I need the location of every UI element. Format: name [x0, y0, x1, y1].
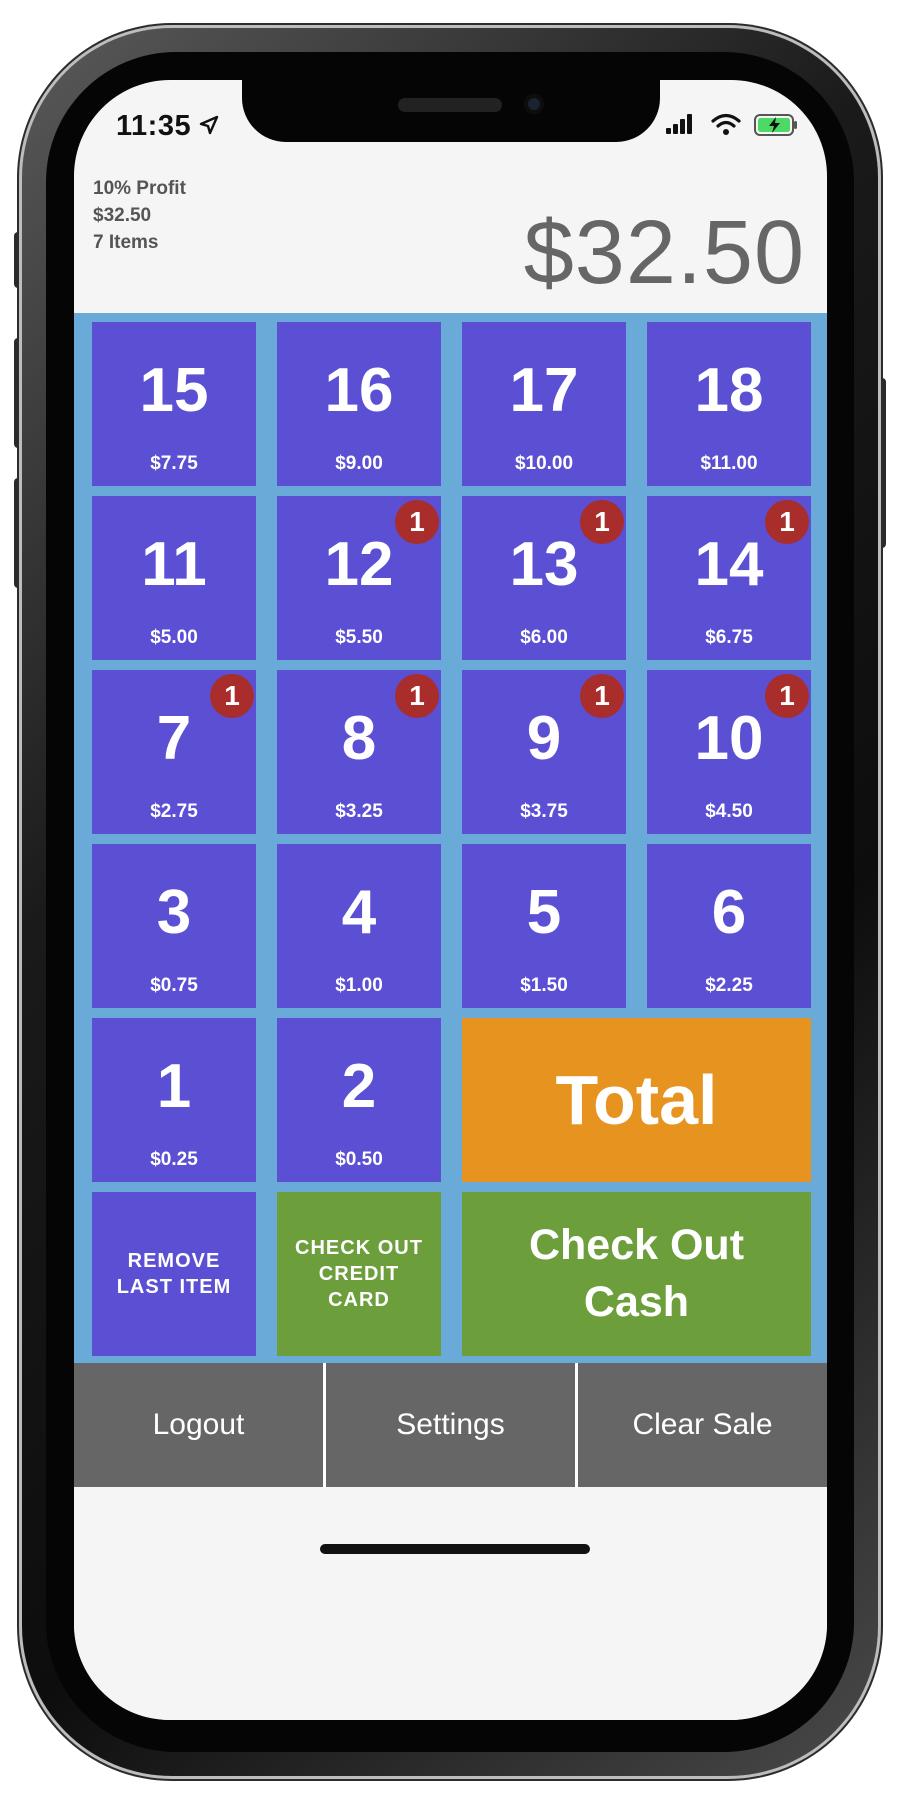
remove-label-line: LAST ITEM	[116, 1276, 232, 1298]
item-number: 3	[156, 878, 192, 947]
credit-label-line: CREDIT	[318, 1263, 400, 1285]
item-button-17[interactable]: 17 $10.00	[462, 322, 626, 486]
location-arrow-icon	[199, 115, 219, 135]
bottom-safe-area	[74, 1487, 827, 1720]
item-price: $2.25	[705, 975, 753, 996]
cellular-signal-icon	[666, 114, 694, 134]
item-button-5[interactable]: 5 $1.50	[462, 844, 626, 1008]
quantity-badge: 1	[395, 500, 439, 544]
wifi-icon	[711, 113, 741, 135]
item-button-11[interactable]: 11 $5.00	[92, 496, 256, 660]
item-number: 6	[711, 878, 747, 947]
remove-label-line: REMOVE	[127, 1250, 221, 1272]
front-camera	[524, 94, 544, 114]
quantity-badge: 1	[580, 500, 624, 544]
item-number: 16	[324, 356, 394, 425]
item-button-18[interactable]: 18 $11.00	[647, 322, 811, 486]
checkout-credit-card-button[interactable]: CHECK OUT CREDIT CARD	[277, 1192, 441, 1356]
checkout-cash-button[interactable]: Check Out Cash	[462, 1192, 811, 1356]
item-number: 18	[694, 356, 764, 425]
cash-label-line: Cash	[583, 1278, 690, 1326]
total-button-label: Total	[555, 1061, 718, 1139]
quantity-badge: 1	[395, 674, 439, 718]
item-button-4[interactable]: 4 $1.00	[277, 844, 441, 1008]
item-button-16[interactable]: 16 $9.00	[277, 322, 441, 486]
logout-button[interactable]: Logout	[74, 1363, 323, 1487]
speaker-grille	[398, 98, 502, 112]
item-price: $3.25	[335, 801, 383, 822]
item-price: $3.75	[520, 801, 568, 822]
item-button-10[interactable]: 10 $4.50 1	[647, 670, 811, 834]
profit-label: 10% Profit	[93, 178, 186, 199]
item-price: $1.50	[520, 975, 568, 996]
item-button-7[interactable]: 7 $2.75 1	[92, 670, 256, 834]
quantity-badge: 1	[580, 674, 624, 718]
settings-button[interactable]: Settings	[323, 1363, 575, 1487]
credit-label-line: CARD	[328, 1289, 390, 1311]
item-price: $10.00	[514, 453, 574, 474]
clear-sale-button[interactable]: Clear Sale	[575, 1363, 827, 1487]
item-price: $0.50	[335, 1149, 383, 1170]
quantity-badge: 1	[765, 500, 809, 544]
quantity-badge: 1	[210, 674, 254, 718]
item-button-6[interactable]: 6 $2.25	[647, 844, 811, 1008]
home-indicator[interactable]	[320, 1544, 590, 1554]
item-button-12[interactable]: 12 $5.50 1	[277, 496, 441, 660]
credit-label-line: CHECK OUT	[295, 1237, 423, 1259]
total-button[interactable]: Total	[462, 1018, 811, 1182]
item-price: $1.00	[335, 975, 383, 996]
item-number: 2	[341, 1052, 377, 1121]
status-time: 11:35	[116, 110, 192, 142]
item-price: $0.75	[150, 975, 198, 996]
subtotal-label: $32.50	[93, 205, 152, 226]
item-button-8[interactable]: 8 $3.25 1	[277, 670, 441, 834]
item-button-14[interactable]: 14 $6.75 1	[647, 496, 811, 660]
item-price: $6.00	[520, 627, 568, 648]
item-number: 15	[139, 356, 209, 425]
item-price: $5.50	[335, 627, 383, 648]
item-price: $4.50	[705, 801, 753, 822]
item-button-13[interactable]: 13 $6.00 1	[462, 496, 626, 660]
phone-screen: 11:35 10% Profit $32.50 7 Items $32.50 1…	[74, 80, 827, 1720]
item-price: $6.75	[705, 627, 753, 648]
item-count-label: 7 Items	[93, 232, 159, 253]
item-price: $0.25	[150, 1149, 198, 1170]
cash-label-line: Check Out	[528, 1221, 745, 1269]
item-number: 11	[141, 530, 207, 599]
item-price: $2.75	[150, 801, 198, 822]
item-button-15[interactable]: 15 $7.75	[92, 322, 256, 486]
item-button-9[interactable]: 9 $3.75 1	[462, 670, 626, 834]
item-number: 4	[341, 878, 377, 947]
item-button-3[interactable]: 3 $0.75	[92, 844, 256, 1008]
sale-total-display: $32.50	[523, 203, 805, 303]
item-price: $11.00	[700, 453, 758, 474]
item-number: 17	[509, 356, 579, 425]
item-price: $9.00	[335, 453, 383, 474]
quantity-badge: 1	[765, 674, 809, 718]
item-button-2[interactable]: 2 $0.50	[277, 1018, 441, 1182]
battery-charging-icon	[754, 114, 797, 136]
item-price: $5.00	[150, 627, 198, 648]
notch	[242, 80, 660, 142]
item-number: 5	[526, 878, 562, 947]
item-price: $7.75	[150, 453, 198, 474]
bottom-action-bar: Logout Settings Clear Sale	[74, 1363, 827, 1487]
item-number: 1	[156, 1052, 192, 1121]
item-button-1[interactable]: 1 $0.25	[92, 1018, 256, 1182]
remove-last-item-button[interactable]: REMOVE LAST ITEM	[92, 1192, 256, 1356]
